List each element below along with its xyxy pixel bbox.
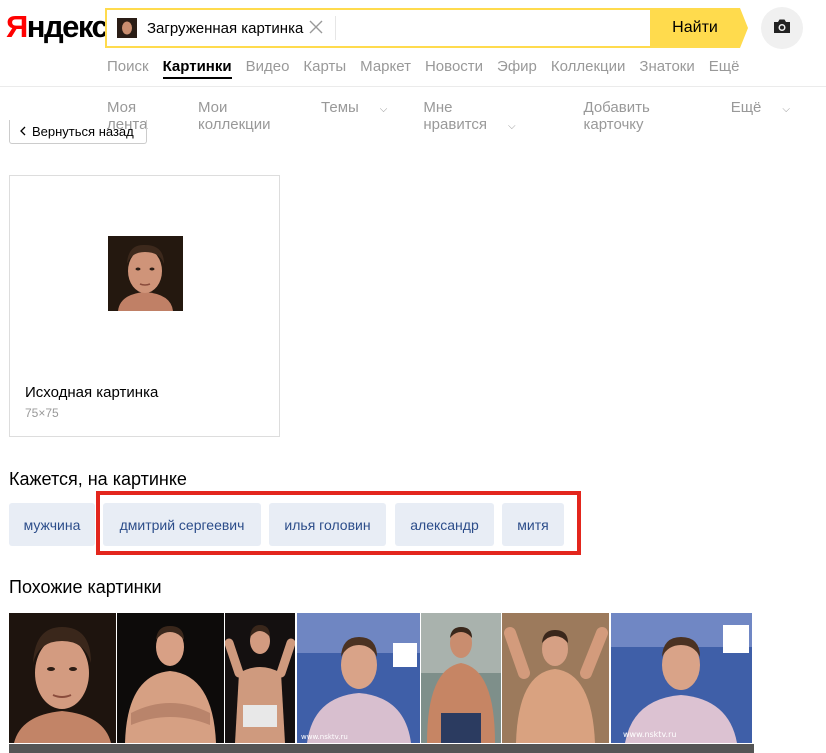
chevron-down-icon: ⌵	[782, 104, 790, 115]
service-images[interactable]: Картинки	[162, 58, 232, 79]
similar-image[interactable]	[117, 613, 224, 743]
service-market[interactable]: Маркет	[360, 58, 411, 79]
red-highlight-box	[96, 491, 581, 555]
chevron-down-icon: ⌵	[508, 121, 516, 132]
chevron-down-icon: ⌵	[379, 104, 388, 115]
uploaded-image-chip[interactable]: Загруженная картинка	[113, 16, 336, 40]
service-video[interactable]: Видео	[246, 58, 290, 79]
service-more[interactable]: Ещё	[709, 58, 740, 79]
camera-icon	[772, 18, 792, 39]
similar-image[interactable]: www.nsktv.ru	[297, 613, 420, 743]
similar-image[interactable]	[225, 613, 295, 743]
service-search[interactable]: Поиск	[107, 58, 149, 79]
similar-image[interactable]	[502, 613, 609, 743]
source-image-title: Исходная картинка	[25, 384, 159, 401]
subnav-likes[interactable]: Мне нравится ⌵	[423, 99, 565, 133]
service-news[interactable]: Новости	[425, 58, 483, 79]
find-button[interactable]: Найти	[650, 8, 748, 48]
camera-search-button[interactable]	[761, 7, 803, 49]
source-image-card[interactable]: Исходная картинка 75×75	[9, 175, 280, 437]
search-bar[interactable]: Загруженная картинка	[105, 8, 650, 48]
back-button[interactable]: Вернуться назад	[9, 120, 147, 144]
source-image[interactable]	[108, 236, 183, 311]
subnav-add-card[interactable]: Добавить карточку	[584, 99, 713, 133]
source-image-size: 75×75	[25, 406, 59, 420]
similar-image[interactable]	[421, 613, 501, 743]
tags-heading: Кажется, на картинке	[9, 469, 187, 489]
header-divider	[0, 86, 826, 87]
close-icon[interactable]	[309, 18, 323, 38]
chevron-left-icon	[20, 124, 26, 139]
similar-image[interactable]: www.nsktv.ru	[611, 613, 752, 743]
service-maps[interactable]: Карты	[303, 58, 346, 79]
watermark-text: www.nsktv.ru	[301, 733, 348, 741]
similar-heading: Похожие картинки	[9, 577, 162, 597]
service-znatoki[interactable]: Знатоки	[639, 58, 694, 79]
subnav-themes[interactable]: Темы ⌵	[321, 99, 405, 133]
tag-man[interactable]: мужчина	[9, 503, 95, 546]
similar-image[interactable]	[9, 613, 116, 743]
images-subnav: Моя лента Мои коллекции Темы ⌵ Мне нравит…	[107, 99, 826, 133]
watermark-text: www.nsktv.ru	[623, 730, 676, 739]
subnav-more[interactable]: Ещё ⌵	[731, 99, 808, 133]
uploaded-image-label: Загруженная картинка	[147, 19, 304, 37]
subnav-collections[interactable]: Мои коллекции	[198, 99, 303, 133]
similar-images-next-row	[9, 744, 754, 753]
service-collections[interactable]: Коллекции	[551, 58, 626, 79]
service-efir[interactable]: Эфир	[497, 58, 537, 79]
uploaded-image-thumbnail	[117, 18, 137, 38]
services-nav: Поиск Картинки Видео Карты Маркет Новост…	[107, 58, 753, 79]
yandex-logo[interactable]: Яндекс	[6, 8, 109, 46]
